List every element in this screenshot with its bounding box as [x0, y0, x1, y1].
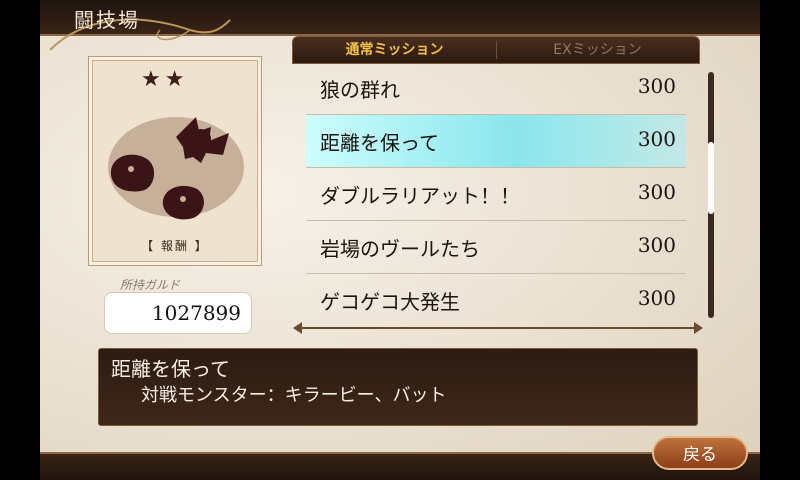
mission-name: 岩場のヴールたち	[320, 237, 480, 261]
mission-list-scrollbar[interactable]	[708, 72, 714, 318]
tab-ex-missions[interactable]: EXミッション	[496, 37, 699, 63]
tab-normal-missions[interactable]: 通常ミッション	[293, 37, 496, 63]
ornament-swirl-icon	[49, 18, 231, 51]
mission-name: 距離を保って	[320, 131, 439, 155]
description-title: 距離を保って	[111, 357, 230, 381]
money-display: 1027899	[104, 292, 252, 334]
screen-title: 闘技場	[74, 8, 140, 32]
mission-reward: 300	[637, 286, 676, 310]
mission-list: 狼の群れ 300 距離を保って 300 ダブルラリアット！！ 300 岩場のヴー…	[306, 62, 686, 324]
scroll-thumb[interactable]	[708, 142, 714, 214]
mission-name: 狼の群れ	[320, 78, 400, 102]
description-body: 対戦モンスター：キラービー、バット	[141, 385, 447, 406]
mission-reward: 300	[637, 127, 676, 151]
mission-row[interactable]: 狼の群れ 300	[306, 62, 686, 115]
mission-reward: 300	[637, 233, 676, 257]
mission-reward: 300	[637, 180, 676, 204]
difficulty-stars: ★★	[141, 67, 189, 92]
reward-label: 【 報酬 】	[141, 239, 209, 253]
mission-reward: 300	[637, 74, 676, 98]
monster-silhouette-icon	[108, 117, 244, 220]
mission-tabs: 通常ミッション EXミッション	[292, 36, 700, 64]
mission-row[interactable]: 岩場のヴールたち 300	[306, 221, 686, 274]
mission-name: ゲコゲコ大発生	[320, 290, 460, 314]
back-button[interactable]: 戻る	[652, 436, 748, 470]
mission-description-panel: 距離を保って 対戦モンスター：キラービー、バット	[98, 348, 698, 426]
mission-name: ダブルラリアット！！	[320, 184, 520, 208]
mission-row[interactable]: ダブルラリアット！！ 300	[306, 168, 686, 221]
list-divider-ornament-icon	[293, 322, 703, 334]
reward-card: ★★ 【 報酬 】	[88, 56, 262, 266]
header-bar: 闘技場	[40, 0, 760, 51]
mission-row-selected[interactable]: 距離を保って 300	[306, 115, 686, 168]
money-label: 所持ガルド	[120, 278, 181, 292]
money-value: 1027899	[151, 301, 241, 325]
arena-screen: 闘技場 ★★ 【 報酬 】 所持ガルド 1027899 通常ミッション EXミッ…	[40, 0, 760, 480]
